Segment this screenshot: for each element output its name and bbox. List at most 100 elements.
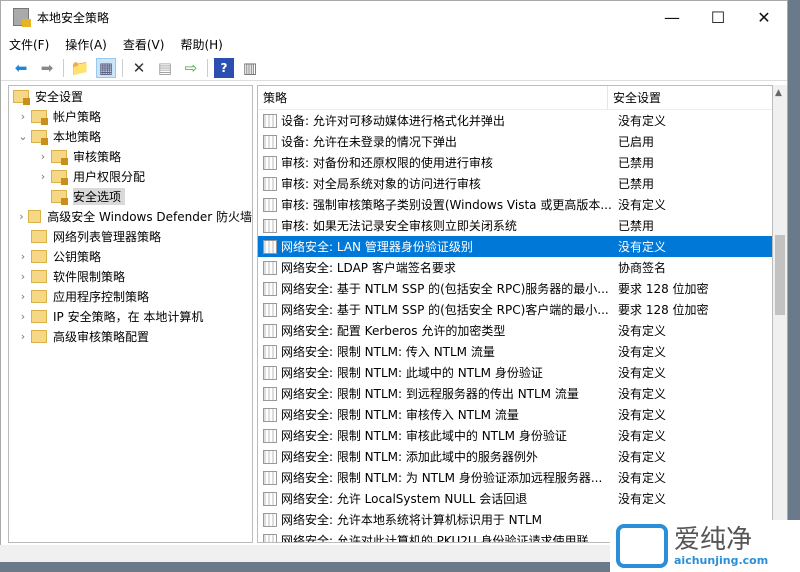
chevron-icon[interactable]: › <box>15 330 31 343</box>
up-folder-icon[interactable]: 📁 <box>70 58 90 78</box>
chevron-icon[interactable]: › <box>15 270 31 283</box>
tree-node[interactable]: › 应用程序控制策略 <box>9 286 252 306</box>
table-row[interactable]: 网络安全: 限制 NTLM: 审核传入 NTLM 流量 没有定义 <box>258 404 772 425</box>
tree-node-label: 审核策略 <box>73 149 122 164</box>
tree-node[interactable]: › IP 安全策略，在 本地计算机 <box>9 306 252 326</box>
table-row[interactable]: 网络安全: 允许 LocalSystem NULL 会话回退 没有定义 <box>258 488 772 509</box>
policy-setting: 协商签名 <box>618 261 667 275</box>
policy-icon <box>263 323 277 338</box>
view-icon[interactable]: ▥ <box>240 58 260 78</box>
policy-name: 审核: 对全局系统对象的访问进行审核 <box>281 177 481 191</box>
table-row[interactable]: 网络安全: 配置 Kerberos 允许的加密类型 没有定义 <box>258 320 772 341</box>
export-icon[interactable]: ⇨ <box>181 58 201 78</box>
app-icon <box>13 8 31 27</box>
chevron-icon[interactable]: ⌄ <box>15 130 31 143</box>
table-row[interactable]: 网络安全: LDAP 客户端签名要求 协商签名 <box>258 257 772 278</box>
tree-node[interactable]: › 用户权限分配 <box>9 166 252 186</box>
menu-action[interactable]: 操作(A) <box>65 36 107 53</box>
window-title: 本地安全策略 <box>37 10 110 25</box>
table-row[interactable]: 网络安全: LAN 管理器身份验证级别 没有定义 <box>258 236 772 257</box>
tree-node-label: 高级安全 Windows Defender 防火墙 <box>47 209 252 224</box>
table-row[interactable]: 审核: 对全局系统对象的访问进行审核 已禁用 <box>258 173 772 194</box>
policy-name: 网络安全: 限制 NTLM: 到远程服务器的传出 NTLM 流量 <box>281 387 579 401</box>
tree-node[interactable]: 网络列表管理器策略 <box>9 226 252 246</box>
tree-node-label: 安全选项 <box>73 187 126 205</box>
table-row[interactable]: 网络安全: 基于 NTLM SSP 的(包括安全 RPC)服务器的最小... 要求… <box>258 278 772 299</box>
chevron-icon[interactable]: › <box>35 150 51 163</box>
minimize-button[interactable]: — <box>649 8 695 27</box>
tree-node-label: 本地策略 <box>53 129 102 144</box>
menu-file[interactable]: 文件(F) <box>9 36 49 53</box>
policy-name: 设备: 允许对可移动媒体进行格式化并弹出 <box>281 114 505 128</box>
table-row[interactable]: 审核: 对备份和还原权限的使用进行审核 已禁用 <box>258 152 772 173</box>
properties-icon[interactable]: ▤ <box>155 58 175 78</box>
tree-node[interactable]: › 高级安全 Windows Defender 防火墙 <box>9 206 252 226</box>
close-button[interactable]: ✕ <box>741 8 787 27</box>
tree-node-label: IP 安全策略，在 本地计算机 <box>53 309 204 324</box>
column-setting[interactable]: 安全设置 <box>608 89 661 106</box>
help-icon[interactable]: ? <box>214 57 234 78</box>
tree-node[interactable]: ⌄ 本地策略 <box>9 126 252 146</box>
policy-setting: 没有定义 <box>618 492 667 506</box>
policy-setting: 已禁用 <box>618 177 655 191</box>
policy-setting: 没有定义 <box>618 114 667 128</box>
policy-name: 网络安全: 允许本地系统将计算机标识用于 NTLM <box>281 513 543 527</box>
tree-node-label: 网络列表管理器策略 <box>53 229 162 244</box>
chevron-icon[interactable]: › <box>35 170 51 183</box>
folder-icon <box>13 89 30 105</box>
policy-setting: 没有定义 <box>618 345 667 359</box>
tree-node[interactable]: › 软件限制策略 <box>9 266 252 286</box>
tree-node[interactable]: › 高级审核策略配置 <box>9 326 252 346</box>
policy-name: 网络安全: 配置 Kerberos 允许的加密类型 <box>281 324 506 338</box>
menu-help[interactable]: 帮助(H) <box>180 36 222 53</box>
tree-node-label: 安全设置 <box>35 89 84 104</box>
table-row[interactable]: 审核: 如果无法记录安全审核则立即关闭系统 已禁用 <box>258 215 772 236</box>
maximize-button[interactable]: ☐ <box>695 8 741 27</box>
chevron-icon[interactable]: › <box>15 290 31 303</box>
toolbar-divider <box>63 58 64 77</box>
policy-icon <box>263 533 277 542</box>
policy-setting: 没有定义 <box>618 450 667 464</box>
tree-node[interactable]: › 审核策略 <box>9 146 252 166</box>
table-row[interactable]: 设备: 允许对可移动媒体进行格式化并弹出 没有定义 <box>258 110 772 131</box>
policy-icon <box>263 302 277 317</box>
chevron-icon[interactable]: › <box>15 250 31 263</box>
menu-view[interactable]: 查看(V) <box>123 36 165 53</box>
back-icon[interactable]: ⬅ <box>11 58 31 78</box>
policy-setting: 没有定义 <box>618 324 667 338</box>
chevron-icon[interactable]: › <box>15 310 31 323</box>
table-row[interactable]: 审核: 强制审核策略子类别设置(Windows Vista 或更高版本... 没有… <box>258 194 772 215</box>
tree-node[interactable]: 安全设置 <box>9 86 252 106</box>
tree-node-label: 用户权限分配 <box>73 169 146 184</box>
tree-node[interactable]: › 公钥策略 <box>9 246 252 266</box>
policy-setting: 没有定义 <box>618 471 667 485</box>
table-row[interactable]: 网络安全: 限制 NTLM: 为 NTLM 身份验证添加远程服务器... 没有定义 <box>258 467 772 488</box>
menu-bar: 文件(F) 操作(A) 查看(V) 帮助(H) <box>1 33 787 55</box>
table-row[interactable]: 网络安全: 限制 NTLM: 添加此域中的服务器例外 没有定义 <box>258 446 772 467</box>
chevron-icon[interactable]: › <box>15 110 31 123</box>
show-hide-tree-icon[interactable]: ▦ <box>96 57 116 78</box>
forward-icon[interactable]: ➡ <box>37 58 57 78</box>
table-row[interactable]: 网络安全: 限制 NTLM: 传入 NTLM 流量 没有定义 <box>258 341 772 362</box>
delete-icon[interactable]: ✕ <box>129 58 149 78</box>
tree-node[interactable]: › 帐户策略 <box>9 106 252 126</box>
table-row[interactable]: 网络安全: 限制 NTLM: 此域中的 NTLM 身份验证 没有定义 <box>258 362 772 383</box>
policy-name: 网络安全: 限制 NTLM: 此域中的 NTLM 身份验证 <box>281 366 543 380</box>
folder-icon <box>31 229 47 243</box>
scroll-up-icon[interactable]: ▲ <box>775 88 782 98</box>
scrollbar-thumb[interactable] <box>775 235 785 315</box>
table-row[interactable]: 网络安全: 限制 NTLM: 审核此域中的 NTLM 身份验证 没有定义 <box>258 425 772 446</box>
chevron-icon[interactable]: › <box>15 210 28 223</box>
policy-icon <box>263 449 277 464</box>
table-row[interactable]: 设备: 允许在未登录的情况下弹出 已启用 <box>258 131 772 152</box>
table-row[interactable]: 网络安全: 限制 NTLM: 到远程服务器的传出 NTLM 流量 没有定义 <box>258 383 772 404</box>
tree-node[interactable]: 安全选项 <box>9 186 252 206</box>
watermark: 爱纯净 aichunjing.com <box>610 520 800 572</box>
watermark-name: 爱纯净 <box>674 524 753 555</box>
toolbar: ⬅ ➡ 📁 ▦ ✕ ▤ ⇨ ? ▥ <box>1 55 787 81</box>
policy-icon <box>263 155 277 170</box>
vertical-scrollbar[interactable]: ▲ <box>773 85 787 543</box>
policy-setting: 没有定义 <box>618 408 667 422</box>
table-row[interactable]: 网络安全: 基于 NTLM SSP 的(包括安全 RPC)客户端的最小... 要求… <box>258 299 772 320</box>
toolbar-divider <box>207 58 208 77</box>
